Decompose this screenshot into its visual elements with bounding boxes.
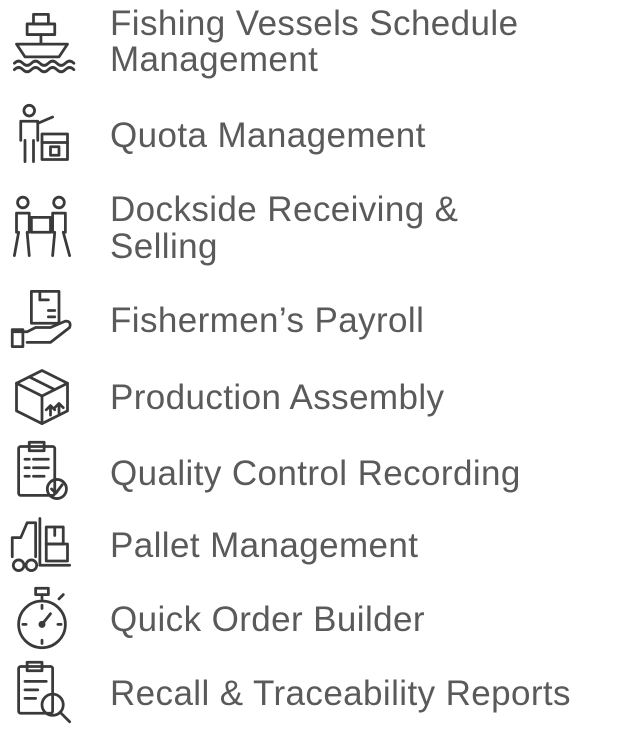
feature-label: Recall & Traceability Reports (110, 674, 571, 713)
forklift-icon (8, 510, 76, 578)
feature-label: Pallet Management (110, 526, 419, 565)
fishing-vessel-icon (8, 8, 76, 76)
feature-label: Quota Management (110, 116, 426, 155)
feature-label: Dockside Receiving & (110, 190, 459, 229)
quality-clipboard-icon (8, 438, 76, 506)
feature-item-fishing-vessels[interactable]: Fishing Vessels Schedule Management (0, 0, 632, 90)
feature-item-quality[interactable]: Quality Control Recording (0, 438, 632, 510)
feature-label: Quick Order Builder (110, 600, 425, 639)
feature-item-quick-order[interactable]: Quick Order Builder (0, 584, 632, 656)
feature-item-pallet[interactable]: Pallet Management (0, 510, 632, 582)
feature-label-line2: Management (110, 40, 319, 79)
quota-person-icon (8, 100, 76, 168)
feature-label: Fishing Vessels Schedule (110, 4, 519, 43)
feature-label-line2: Selling (110, 227, 218, 266)
feature-list: Fishing Vessels Schedule Management Quot… (0, 0, 632, 731)
feature-item-production[interactable]: Production Assembly (0, 362, 632, 434)
production-box-icon (8, 362, 76, 430)
feature-item-dockside[interactable]: Dockside Receiving & Selling (0, 186, 632, 276)
feature-label: Quality Control Recording (110, 454, 521, 493)
feature-label: Fishermen’s Payroll (110, 301, 425, 340)
report-search-icon (8, 658, 76, 726)
stopwatch-icon (8, 584, 76, 652)
payroll-hand-icon (8, 285, 76, 353)
feature-item-payroll[interactable]: Fishermen’s Payroll (0, 285, 632, 357)
feature-item-quota[interactable]: Quota Management (0, 100, 632, 172)
feature-item-recall[interactable]: Recall & Traceability Reports (0, 658, 632, 730)
feature-label: Production Assembly (110, 378, 445, 417)
dockside-exchange-icon (8, 194, 76, 262)
